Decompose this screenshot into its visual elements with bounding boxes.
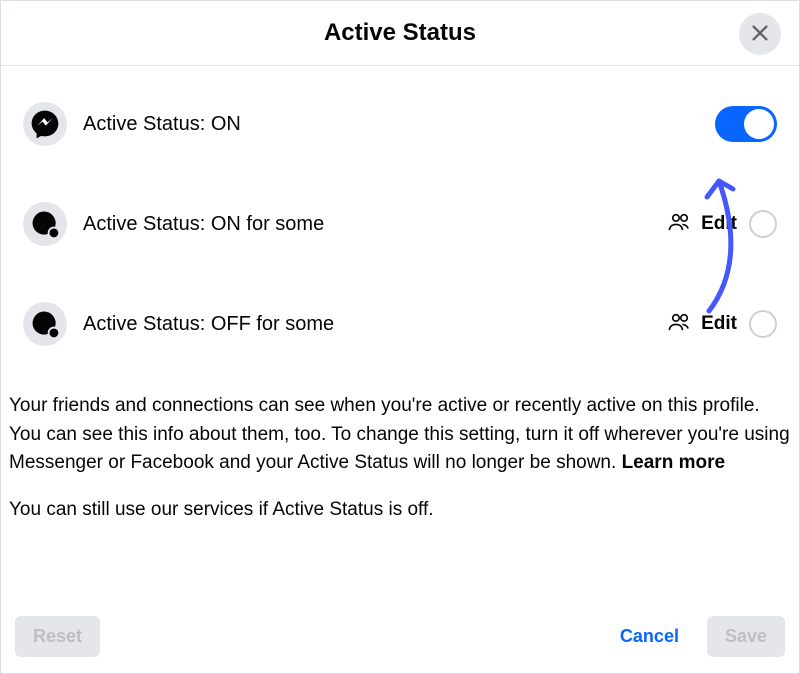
people-icon (667, 211, 693, 238)
toggle-knob (744, 109, 774, 139)
status-dot-icon (23, 302, 67, 346)
option-active-status-on[interactable]: Active Status: ON (1, 74, 799, 174)
radio-button[interactable] (749, 310, 777, 338)
active-status-modal: Active Status Active Status: ON Active S… (0, 0, 800, 674)
close-button[interactable] (739, 13, 781, 55)
edit-label: Edit (701, 213, 737, 235)
toggle-switch[interactable] (715, 106, 777, 142)
learn-more-link[interactable]: Learn more (622, 452, 725, 473)
edit-button[interactable]: Edit (667, 211, 737, 238)
radio-button[interactable] (749, 210, 777, 238)
reset-button[interactable]: Reset (15, 616, 100, 657)
option-on-for-some[interactable]: Active Status: ON for some Edit (1, 174, 799, 274)
option-actions: Edit (667, 210, 777, 238)
people-icon (667, 311, 693, 338)
option-actions: Edit (667, 310, 777, 338)
save-button[interactable]: Save (707, 616, 785, 657)
option-actions (715, 106, 777, 142)
messenger-icon (23, 102, 67, 146)
status-dot-icon (23, 202, 67, 246)
option-off-for-some[interactable]: Active Status: OFF for some Edit (1, 274, 799, 374)
option-label: Active Status: ON for some (83, 213, 651, 236)
description-para-1: Your friends and connections can see whe… (9, 392, 791, 478)
option-label: Active Status: OFF for some (83, 313, 651, 336)
edit-label: Edit (701, 313, 737, 335)
modal-title: Active Status (324, 19, 476, 47)
cancel-button[interactable]: Cancel (602, 616, 697, 657)
option-label: Active Status: ON (83, 113, 699, 136)
modal-footer: Reset Cancel Save (1, 604, 799, 673)
description-block: Your friends and connections can see whe… (1, 374, 799, 524)
modal-header: Active Status (1, 1, 799, 66)
close-icon (749, 22, 771, 47)
description-para-2: You can still use our services if Active… (9, 496, 791, 525)
modal-body: Active Status: ON Active Status: ON for … (1, 66, 799, 604)
edit-button[interactable]: Edit (667, 311, 737, 338)
